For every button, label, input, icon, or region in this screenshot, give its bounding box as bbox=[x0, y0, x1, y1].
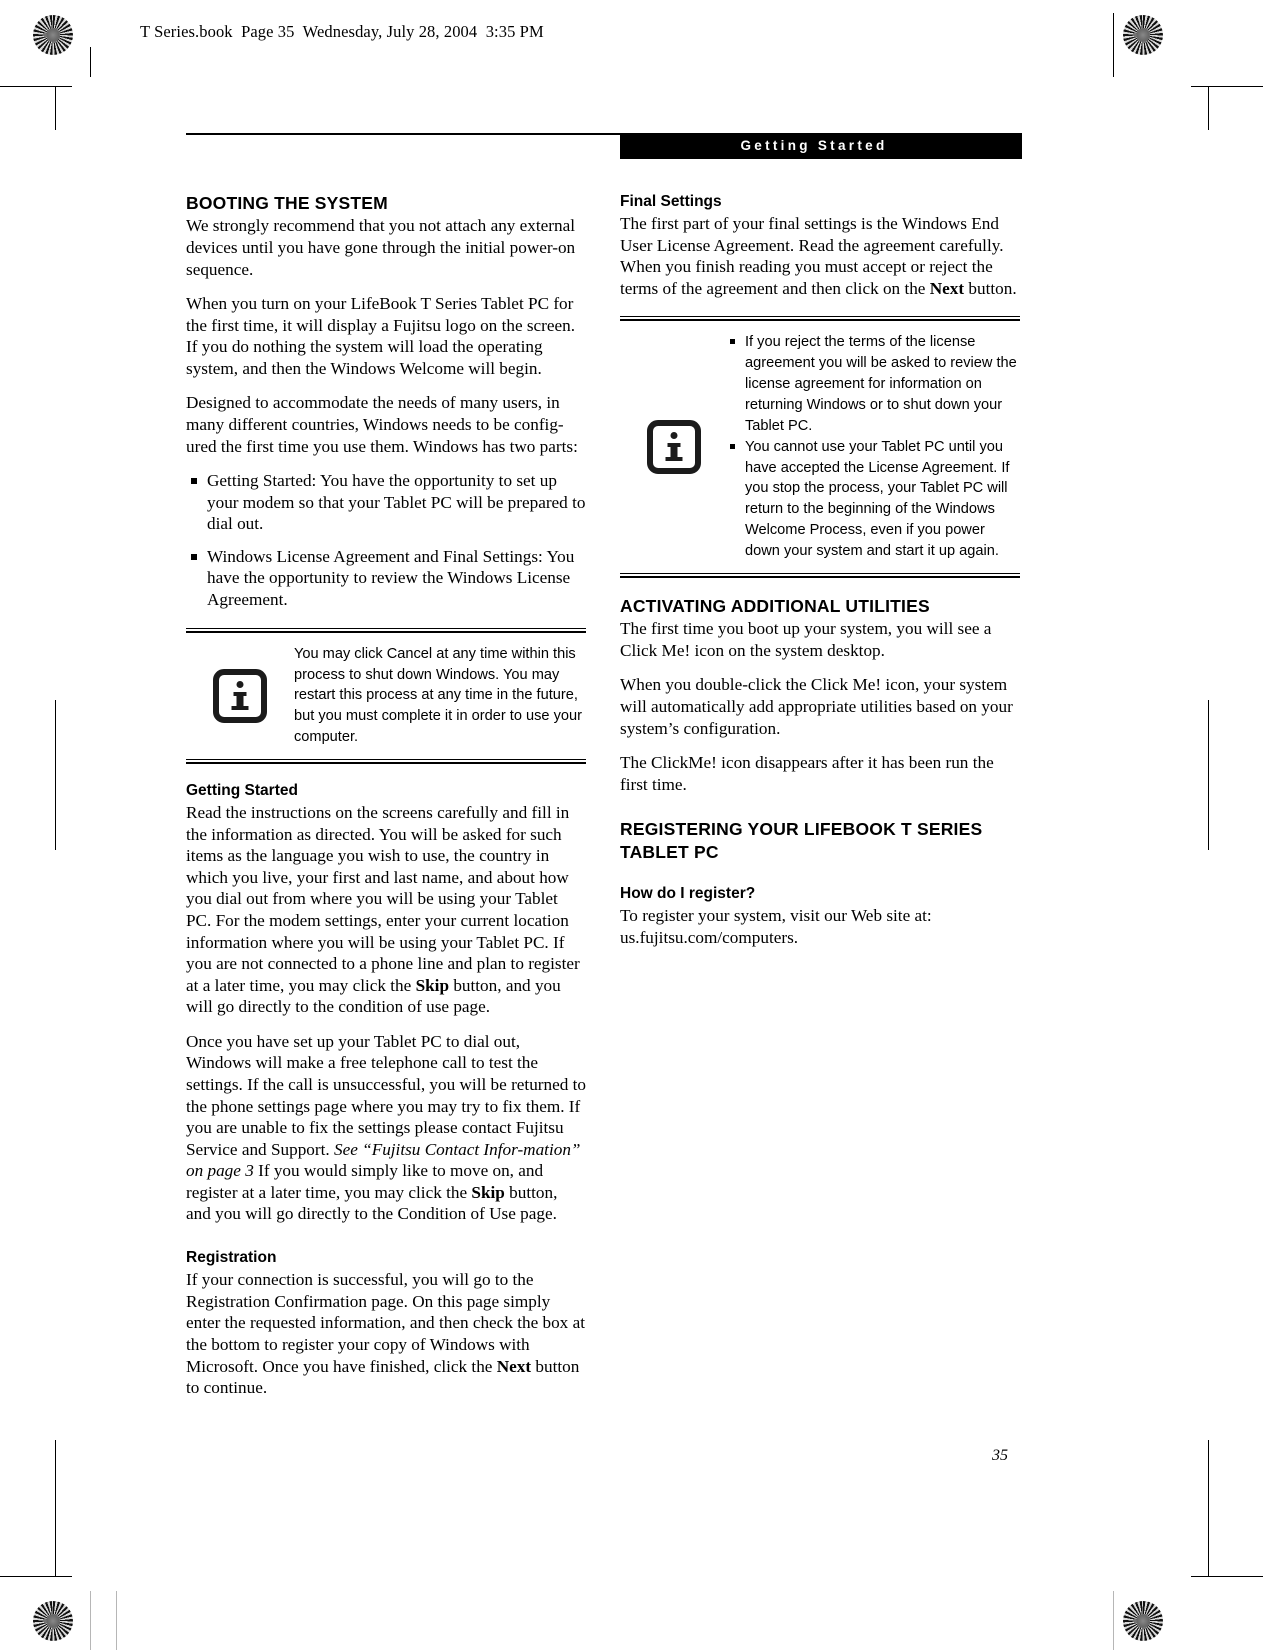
note-bullet-list: If you reject the terms of the license a… bbox=[728, 332, 1020, 561]
registration-target-bottom-left bbox=[96, 1601, 130, 1635]
trim-line-right-top bbox=[1113, 13, 1114, 77]
star-target-bottom-left bbox=[33, 1601, 73, 1641]
paragraph-booting-3: Designed to accommodate the needs of man… bbox=[186, 393, 578, 456]
trim-line-bottom-left-grey-b bbox=[116, 1591, 117, 1650]
trim-line-bottom-left-grey-a bbox=[90, 1591, 91, 1650]
note-text: You may click Cancel at any time within … bbox=[294, 644, 586, 748]
trim-line-left-middle bbox=[55, 700, 56, 850]
paragraph-activating-1: The first time you boot up your system, … bbox=[620, 619, 992, 660]
registration-target-bottom-right bbox=[1060, 1601, 1094, 1635]
info-icon bbox=[647, 420, 701, 475]
info-icon bbox=[213, 668, 267, 723]
list-item: Getting Started: You have the opportunit… bbox=[186, 470, 586, 535]
note-rule-bottom bbox=[620, 572, 1020, 578]
trim-line-bottom-right bbox=[1191, 1576, 1263, 1577]
trim-line-right-lower-edge bbox=[1208, 1440, 1209, 1576]
file-slug: T Series.book Page 35 Wednesday, July 28… bbox=[140, 22, 544, 41]
trim-line-right-middle bbox=[1208, 700, 1209, 850]
trim-line-right-upper-edge bbox=[1208, 86, 1209, 130]
note-icon-cell bbox=[620, 420, 728, 475]
trim-line-bottom-right-grey bbox=[1113, 1591, 1114, 1650]
list-item: Windows License Agreement and Final Sett… bbox=[186, 546, 586, 611]
paragraph-registration: If your connection is successful, you wi… bbox=[186, 1269, 586, 1398]
emphasis-skip: Skip bbox=[415, 975, 450, 995]
text-run: Read the instructions on the screens car… bbox=[186, 803, 580, 995]
registration-target-left-lower bbox=[33, 1480, 67, 1514]
star-target-bottom-right bbox=[1123, 1601, 1163, 1641]
note-icon-cell bbox=[186, 668, 294, 723]
paragraph-activating-2: When you double-click the Click Me! icon… bbox=[620, 675, 1013, 738]
heading-how-do-i-register: How do I register? bbox=[620, 885, 756, 903]
booting-bullet-list: Getting Started: You have the opportunit… bbox=[186, 470, 586, 610]
heading-registering-lifebook: REGISTERING YOUR LIFEBOOK T SERIES TABLE… bbox=[620, 819, 983, 862]
registration-target-top-left bbox=[96, 13, 130, 47]
list-item: You cannot use your Tablet PC until you … bbox=[728, 437, 1020, 562]
registration-target-top-right bbox=[1060, 13, 1094, 47]
list-item: If you reject the terms of the license a… bbox=[728, 332, 1020, 436]
note-paragraph: You may click Cancel at any time within … bbox=[294, 645, 582, 746]
note-box-license: If you reject the terms of the license a… bbox=[620, 316, 1020, 578]
registration-target-right-lower bbox=[1130, 1480, 1164, 1514]
running-head-bar: Getting Started bbox=[620, 133, 1022, 159]
trim-line-top-right bbox=[1191, 86, 1263, 87]
heading-final-settings: Final Settings bbox=[620, 193, 722, 210]
page-number: 35 bbox=[992, 1447, 1008, 1464]
note-rule-top bbox=[620, 316, 1020, 322]
emphasis-skip: Skip bbox=[471, 1182, 505, 1202]
note-box-cancel: You may click Cancel at any time within … bbox=[186, 627, 586, 764]
paragraph-getting-started-2: Once you have set up your Tablet PC to d… bbox=[186, 1031, 586, 1225]
heading-registration: Registration bbox=[186, 1249, 277, 1267]
trim-line-bottom-left bbox=[0, 1576, 72, 1577]
paragraph-getting-started-1: Read the instructions on the screens car… bbox=[186, 802, 586, 1018]
registration-target-left-middle bbox=[33, 765, 67, 799]
trim-line-left-top bbox=[90, 47, 91, 77]
emphasis-next: Next bbox=[496, 1356, 532, 1376]
registration-target-right-middle bbox=[1130, 765, 1164, 799]
star-target-top-left bbox=[33, 15, 73, 55]
star-target-top-right bbox=[1123, 15, 1163, 55]
paragraph-final-settings: The first part of your final settings is… bbox=[620, 213, 1020, 299]
trim-line-left-lower-edge bbox=[55, 1440, 56, 1576]
paragraph-activating-3: The ClickMe! icon disappears after it ha… bbox=[620, 753, 994, 794]
paragraph-booting-1: We strongly recommend that you not attac… bbox=[186, 216, 576, 279]
heading-activating-additional-utilities: ACTIVATING ADDITIONAL UTILITIES bbox=[620, 595, 930, 616]
registration-target-right-upper bbox=[1130, 69, 1164, 103]
emphasis-next: Next bbox=[929, 278, 965, 298]
paragraph-how-to-register: To register your system, visit our Web s… bbox=[620, 906, 932, 947]
text-run: button. bbox=[964, 278, 1017, 298]
registration-target-bottom-center bbox=[578, 1601, 612, 1635]
right-column: Final Settings The first part of your fi… bbox=[620, 192, 1020, 961]
left-column: BOOTING THE SYSTEM We strongly recommend… bbox=[186, 192, 586, 1412]
note-rule-top bbox=[186, 627, 586, 633]
trim-line-left-upper-edge bbox=[55, 86, 56, 130]
heading-getting-started: Getting Started bbox=[186, 781, 298, 799]
heading-booting-the-system: BOOTING THE SYSTEM bbox=[186, 193, 388, 213]
registration-target-left-upper bbox=[33, 69, 67, 103]
note-rule-bottom bbox=[186, 758, 586, 764]
note-text: If you reject the terms of the license a… bbox=[728, 332, 1020, 561]
paragraph-booting-2: When you turn on your LifeBook T Series … bbox=[186, 294, 576, 378]
